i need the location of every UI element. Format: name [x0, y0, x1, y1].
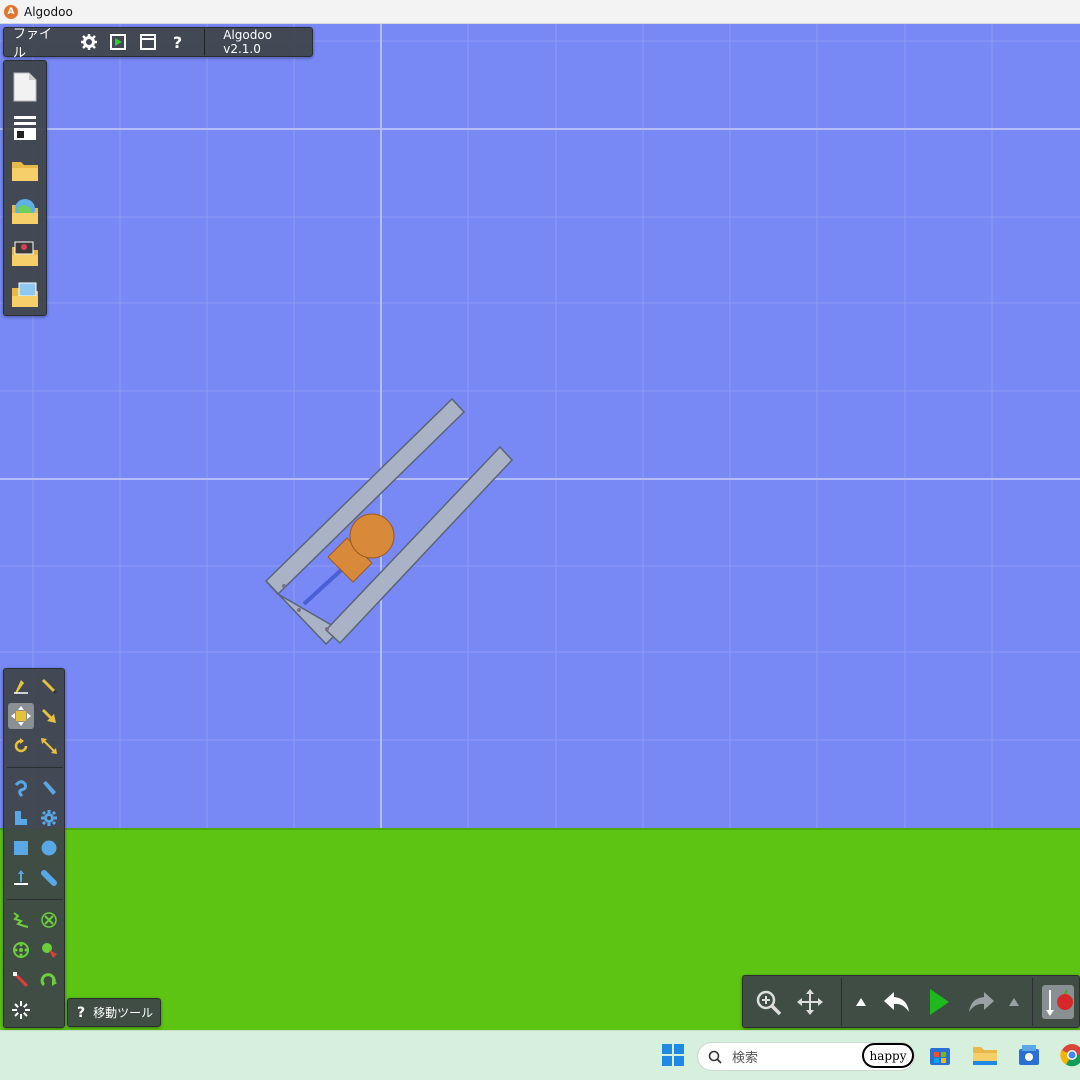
ball[interactable]: [349, 513, 395, 559]
tool-palette: [3, 668, 65, 1028]
file-explorer-icon[interactable]: [972, 1043, 998, 1067]
plane-tool[interactable]: [8, 865, 34, 891]
zoom-icon[interactable]: [747, 980, 789, 1024]
window-title: Algodoo: [24, 4, 73, 19]
file-menu[interactable]: ファイル: [4, 23, 74, 61]
texture-tool[interactable]: [8, 997, 34, 1023]
chain-tool[interactable]: [36, 865, 62, 891]
version-label: Algodoo v2.1.0: [223, 28, 273, 56]
expand-up-icon[interactable]: [1002, 980, 1027, 1024]
windows-taskbar: 検索: [0, 1030, 1080, 1080]
hinge-1[interactable]: [282, 584, 286, 588]
hinge-3[interactable]: [325, 627, 329, 631]
rope-tool[interactable]: [8, 775, 34, 801]
move-tool[interactable]: [8, 703, 34, 729]
tool-separator: [7, 767, 63, 768]
store-icon[interactable]: [928, 1043, 952, 1067]
tool-tooltip: ? 移動ツール: [67, 998, 161, 1027]
spring-tool[interactable]: [8, 907, 34, 933]
windows-start-icon[interactable]: [661, 1043, 685, 1067]
gravity-apple-icon[interactable]: [1037, 980, 1079, 1024]
rotate-tool[interactable]: [8, 733, 34, 759]
polygon-tool[interactable]: [8, 805, 34, 831]
tool-separator: [7, 899, 63, 900]
gear-icon[interactable]: [74, 27, 104, 57]
help-icon[interactable]: ?: [163, 27, 193, 57]
undo-icon[interactable]: [876, 980, 918, 1024]
play-icon[interactable]: [918, 980, 960, 1024]
simulation-toolbar: [742, 975, 1080, 1028]
chrome-icon[interactable]: [1060, 1043, 1080, 1067]
laser-tool[interactable]: [8, 967, 34, 993]
search-highlight-badge[interactable]: happy: [862, 1043, 914, 1068]
open-folder-icon[interactable]: [8, 149, 42, 191]
axle-tool[interactable]: [8, 937, 34, 963]
scale-tool[interactable]: [36, 733, 62, 759]
sketch-tool[interactable]: [8, 673, 34, 699]
main-menubar: ファイル ? Algodoo v2.1.0: [3, 27, 313, 61]
open-photo-folder-icon[interactable]: [8, 232, 42, 274]
tooltip-label: 移動ツール: [93, 1006, 154, 1020]
play-window-icon[interactable]: [104, 27, 134, 57]
knife-tool[interactable]: [36, 775, 62, 801]
sky-background: [0, 24, 1080, 830]
search-icon: [708, 1050, 722, 1064]
open-picture-folder-icon[interactable]: [8, 274, 42, 316]
new-scene-icon[interactable]: [8, 66, 42, 108]
tracer-tool[interactable]: [36, 937, 62, 963]
scene-canvas[interactable]: [0, 24, 1080, 1030]
redo-icon[interactable]: [960, 980, 1002, 1024]
circle-tool[interactable]: [36, 835, 62, 861]
window-titlebar: A Algodoo: [0, 0, 1080, 24]
file-panel: [3, 60, 47, 316]
open-scene-world-icon[interactable]: [8, 191, 42, 233]
algodoo-app-icon: A: [4, 4, 18, 19]
search-placeholder: 検索: [732, 1051, 759, 1066]
blank-scene-icon[interactable]: [8, 108, 42, 150]
drag-tool[interactable]: [36, 703, 62, 729]
scene-graphics: [0, 24, 1080, 1030]
simbar-separator: [1032, 977, 1034, 1026]
window-icon[interactable]: [133, 27, 163, 57]
weather-icon[interactable]: [1016, 1043, 1042, 1067]
help-icon[interactable]: ?: [77, 1005, 85, 1021]
box-tool[interactable]: [8, 835, 34, 861]
brush-tool[interactable]: [36, 673, 62, 699]
pan-icon[interactable]: [789, 980, 831, 1024]
thruster-tool[interactable]: [36, 967, 62, 993]
simbar-separator: [840, 977, 842, 1026]
hinge-2[interactable]: [297, 608, 301, 612]
fixate-tool[interactable]: [36, 907, 62, 933]
expand-up-icon[interactable]: [846, 980, 876, 1024]
gear-tool[interactable]: [36, 805, 62, 831]
